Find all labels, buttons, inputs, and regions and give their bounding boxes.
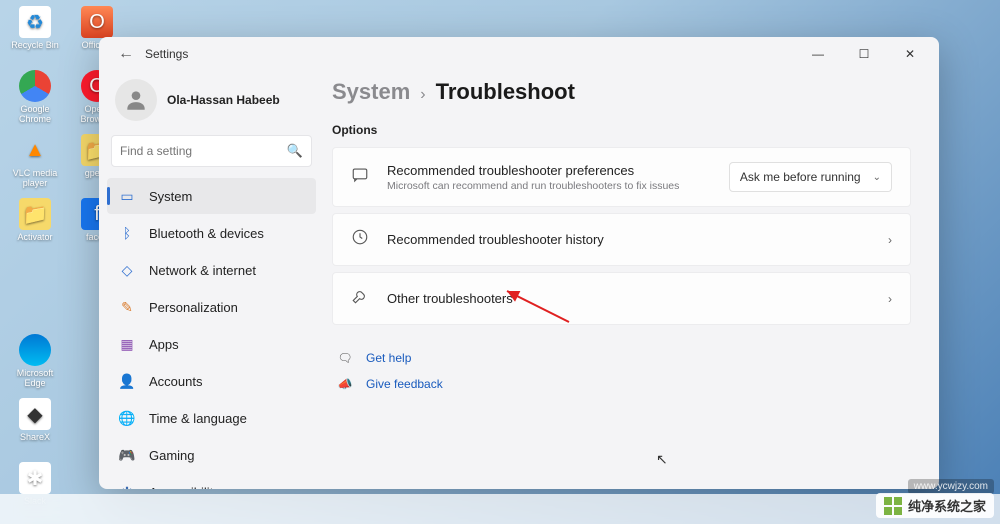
watermark-url: www.ycwjzy.com — [908, 479, 994, 494]
network-icon: ◇ — [119, 262, 135, 278]
maximize-button[interactable]: ☐ — [841, 38, 887, 70]
search-icon: 🔍 — [287, 143, 303, 159]
card-title: Recommended troubleshooter preferences — [387, 163, 713, 178]
nav-gaming[interactable]: 🎮 Gaming — [107, 437, 316, 473]
desktop-label: Microsoft Edge — [10, 368, 60, 388]
nav-label: Time & language — [149, 411, 247, 426]
desktop-icon-edge[interactable]: Microsoft Edge — [10, 334, 60, 388]
accounts-icon: 👤 — [119, 373, 135, 389]
nav-apps[interactable]: ▦ Apps — [107, 326, 316, 362]
card-other-troubleshooters[interactable]: Other troubleshooters › — [332, 272, 911, 325]
nav-label: Network & internet — [149, 263, 256, 278]
system-icon: ▭ — [119, 188, 135, 204]
desktop-icon-chrome[interactable]: Google Chrome — [10, 70, 60, 124]
taskbar[interactable] — [0, 494, 1000, 524]
nav-accounts[interactable]: 👤 Accounts — [107, 363, 316, 399]
nav-bluetooth[interactable]: ᛒ Bluetooth & devices — [107, 215, 316, 251]
desktop-label: Recycle Bin — [10, 40, 60, 50]
bluetooth-icon: ᛒ — [119, 225, 135, 241]
dropdown-value: Ask me before running — [740, 170, 861, 184]
card-subtitle: Microsoft can recommend and run troubles… — [387, 180, 713, 192]
vlc-icon: ▲ — [19, 134, 51, 166]
user-name: Ola-Hassan Habeeb — [167, 93, 280, 107]
nav-system[interactable]: ▭ System — [107, 178, 316, 214]
watermark-logo-icon — [884, 497, 902, 515]
chevron-right-icon: › — [888, 292, 892, 306]
card-title: Other troubleshooters — [387, 291, 872, 306]
close-button[interactable]: ✕ — [887, 38, 933, 70]
breadcrumb-parent[interactable]: System — [332, 79, 410, 105]
breadcrumb-current: Troubleshoot — [436, 79, 575, 105]
section-label: Options — [332, 123, 911, 137]
avatar — [115, 79, 157, 121]
gaming-icon: 🎮 — [119, 447, 135, 463]
nav-label: Bluetooth & devices — [149, 226, 264, 241]
link-label: Give feedback — [366, 377, 443, 391]
card-troubleshooter-prefs[interactable]: Recommended troubleshooter preferences M… — [332, 147, 911, 207]
help-icon: 🗨 — [336, 351, 354, 365]
desktop-icon-vlc[interactable]: ▲VLC media player — [10, 134, 60, 188]
nav-label: Accessibility — [149, 485, 220, 490]
nav-network[interactable]: ◇ Network & internet — [107, 252, 316, 288]
prefs-dropdown[interactable]: Ask me before running ⌄ — [729, 162, 892, 192]
breadcrumb: System › Troubleshoot — [332, 79, 911, 105]
search-input[interactable] — [120, 144, 287, 158]
accessibility-icon: ✱ — [119, 484, 135, 489]
chevron-right-icon: › — [888, 233, 892, 247]
folder-icon: 📁 — [19, 198, 51, 230]
chevron-right-icon: › — [420, 86, 425, 104]
desktop-icon-sharex[interactable]: ◆ ShareX — [10, 398, 60, 442]
nav-personalization[interactable]: ✎ Personalization — [107, 289, 316, 325]
get-help-link[interactable]: 🗨 Get help — [332, 345, 911, 371]
chat-icon — [351, 166, 371, 189]
nav: ▭ System ᛒ Bluetooth & devices ◇ Network & … — [107, 177, 316, 489]
nav-accessibility[interactable]: ✱ Accessibility — [107, 474, 316, 489]
back-button[interactable]: ← — [113, 41, 139, 67]
recycle-icon: ♻ — [19, 6, 51, 38]
sharex-icon: ◆ — [19, 398, 51, 430]
watermark-text: 纯净系统之家 — [908, 496, 986, 515]
nav-label: Gaming — [149, 448, 195, 463]
slack-icon: ✱ — [19, 462, 51, 494]
search-box[interactable]: 🔍 — [111, 135, 312, 167]
titlebar: ← Settings — ☐ ✕ — [99, 37, 939, 71]
desktop-label: VLC media player — [10, 168, 60, 188]
desktop-label: Activator — [10, 232, 60, 242]
nav-label: Personalization — [149, 300, 238, 315]
settings-window: ← Settings — ☐ ✕ Ola-Hassan Habeeb 🔍 ▭ Sy… — [99, 37, 939, 489]
desktop-label: ShareX — [10, 432, 60, 442]
wrench-icon — [351, 287, 371, 310]
chevron-down-icon: ⌄ — [873, 172, 881, 183]
desktop-label: Google Chrome — [10, 104, 60, 124]
desktop-icon-recycle[interactable]: ♻ Recycle Bin — [10, 6, 60, 50]
card-troubleshooter-history[interactable]: Recommended troubleshooter history › — [332, 213, 911, 266]
time-icon: 🌐 — [119, 410, 135, 426]
chrome-icon — [19, 70, 51, 102]
feedback-icon: 📣 — [336, 377, 354, 391]
card-title: Recommended troubleshooter history — [387, 232, 872, 247]
window-title: Settings — [145, 47, 188, 61]
user-block[interactable]: Ola-Hassan Habeeb — [107, 71, 316, 135]
nav-time[interactable]: 🌐 Time & language — [107, 400, 316, 436]
watermark: 纯净系统之家 — [876, 493, 994, 518]
link-label: Get help — [366, 351, 411, 365]
nav-label: Accounts — [149, 374, 202, 389]
apps-icon: ▦ — [119, 336, 135, 352]
nav-label: Apps — [149, 337, 179, 352]
personalization-icon: ✎ — [119, 299, 135, 315]
office-icon: O — [81, 6, 113, 38]
nav-label: System — [149, 189, 192, 204]
desktop-icon-activator[interactable]: 📁 Activator — [10, 198, 60, 242]
sidebar: Ola-Hassan Habeeb 🔍 ▭ System ᛒ Bluetooth &… — [99, 71, 320, 489]
main-content: System › Troubleshoot Options Recommende… — [320, 71, 939, 489]
edge-icon — [19, 334, 51, 366]
history-icon — [351, 228, 371, 251]
give-feedback-link[interactable]: 📣 Give feedback — [332, 371, 911, 397]
minimize-button[interactable]: — — [795, 38, 841, 70]
